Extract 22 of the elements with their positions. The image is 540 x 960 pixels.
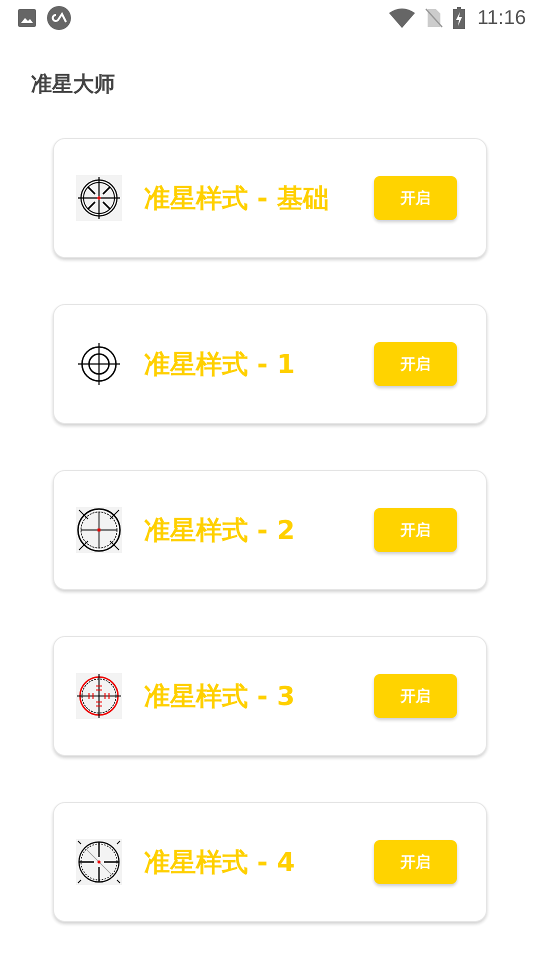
app-logo-icon — [47, 6, 71, 30]
crosshair-style-name: 准星样式 - 2 — [144, 514, 296, 548]
no-sim-icon — [425, 8, 444, 28]
crosshair-icon — [76, 341, 122, 387]
crosshair-icon — [76, 175, 122, 221]
enable-button[interactable]: 开启 — [374, 176, 457, 220]
crosshair-icon — [76, 507, 122, 553]
enable-button[interactable]: 开启 — [374, 342, 457, 386]
crosshair-style-name: 准星样式 - 基础 — [144, 182, 330, 216]
app-title: 准星大师 — [30, 71, 116, 98]
crosshair-style-name: 准星样式 - 3 — [144, 680, 296, 714]
crosshair-icon — [76, 839, 122, 885]
clock-time: 11:16 — [477, 6, 526, 30]
crosshair-style-name: 准星样式 - 4 — [144, 846, 296, 880]
crosshair-icon — [76, 673, 122, 719]
image-icon — [17, 8, 37, 28]
wifi-icon — [389, 8, 416, 28]
enable-button[interactable]: 开启 — [374, 508, 457, 552]
battery-charging-icon — [453, 7, 466, 29]
enable-button[interactable]: 开启 — [374, 840, 457, 884]
enable-button[interactable]: 开启 — [374, 674, 457, 718]
crosshair-style-name: 准星样式 - 1 — [144, 348, 296, 382]
